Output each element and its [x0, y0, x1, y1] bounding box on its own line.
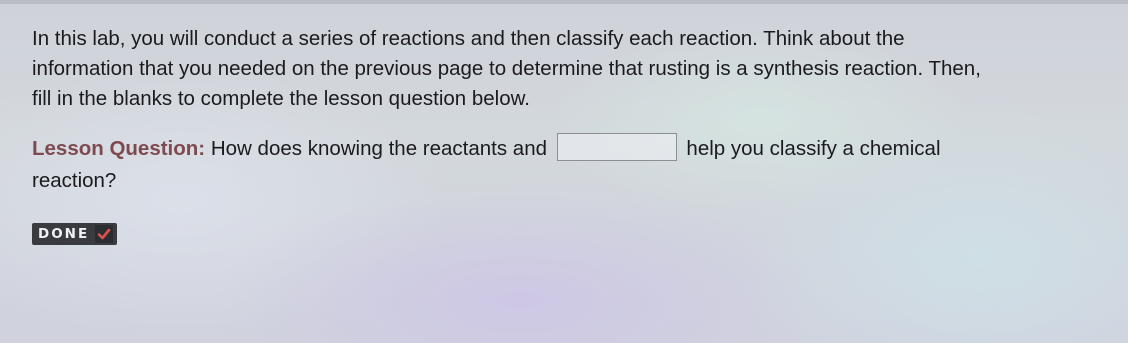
question-text-before: How does knowing the reactants and [205, 137, 553, 160]
top-border [0, 0, 1128, 4]
lesson-content: In this lab, you will conduct a series o… [32, 24, 1102, 245]
intro-line-2: information that you needed on the previ… [32, 57, 981, 80]
intro-line-3: fill in the blanks to complete the lesso… [32, 87, 530, 110]
checkmark-icon [95, 225, 114, 243]
question-text-line-2: reaction? [32, 169, 117, 192]
intro-paragraph: In this lab, you will conduct a series o… [32, 24, 1102, 114]
question-text-after: help you classify a chemical [680, 137, 941, 160]
done-row: DONE [32, 223, 1102, 245]
lesson-question: Lesson Question: How does knowing the re… [32, 132, 1102, 197]
done-button[interactable]: DONE [32, 223, 118, 245]
intro-line-1: In this lab, you will conduct a series o… [32, 27, 905, 50]
answer-blank-input[interactable] [556, 132, 677, 161]
done-button-label: DONE [38, 226, 90, 242]
lesson-question-label: Lesson Question: [32, 137, 206, 160]
